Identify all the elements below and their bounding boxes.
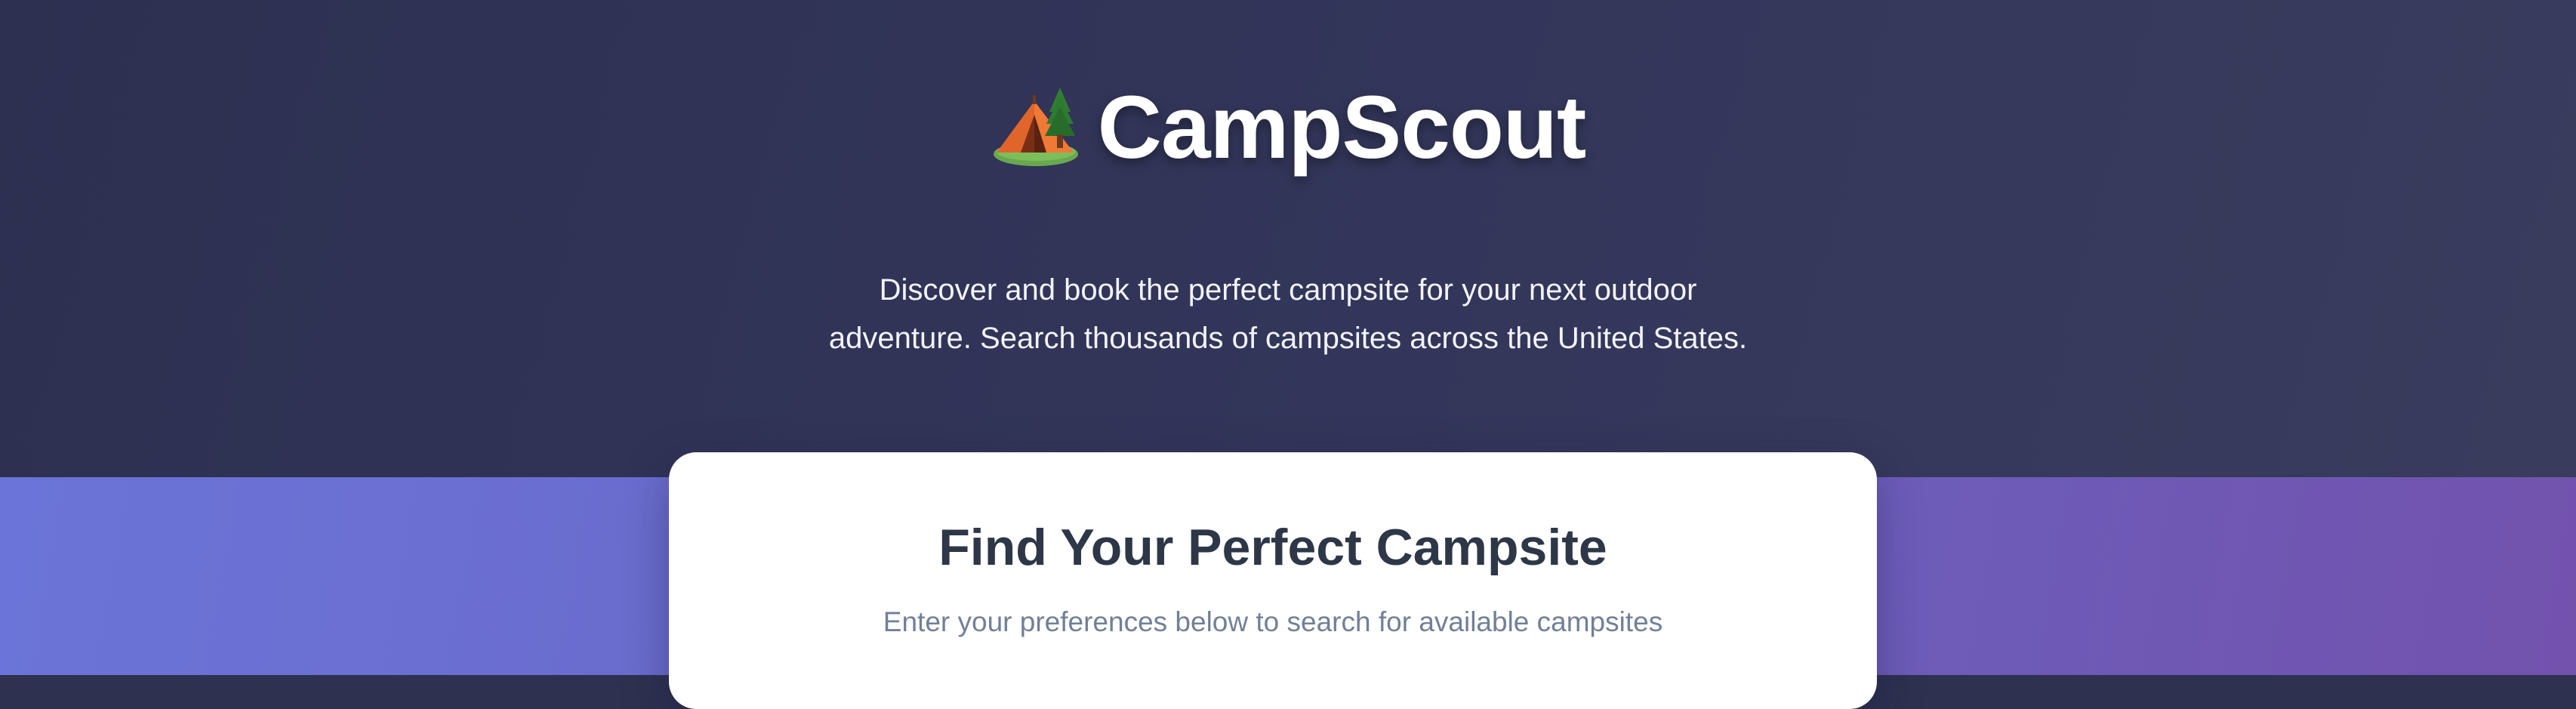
brand: CampScout [0, 83, 2576, 172]
hero-tagline: Discover and book the perfect campsite f… [828, 273, 1748, 355]
brand-name: CampScout [1097, 78, 1587, 177]
camping-tent-icon [991, 86, 1081, 169]
search-card: Find Your Perfect Campsite Enter your pr… [669, 452, 1877, 709]
search-card-subtitle: Enter your preferences below to search f… [883, 606, 1663, 637]
search-card-title: Find Your Perfect Campsite [938, 519, 1607, 576]
hero-header: CampScout Discover and book the perfect … [0, 0, 2576, 477]
